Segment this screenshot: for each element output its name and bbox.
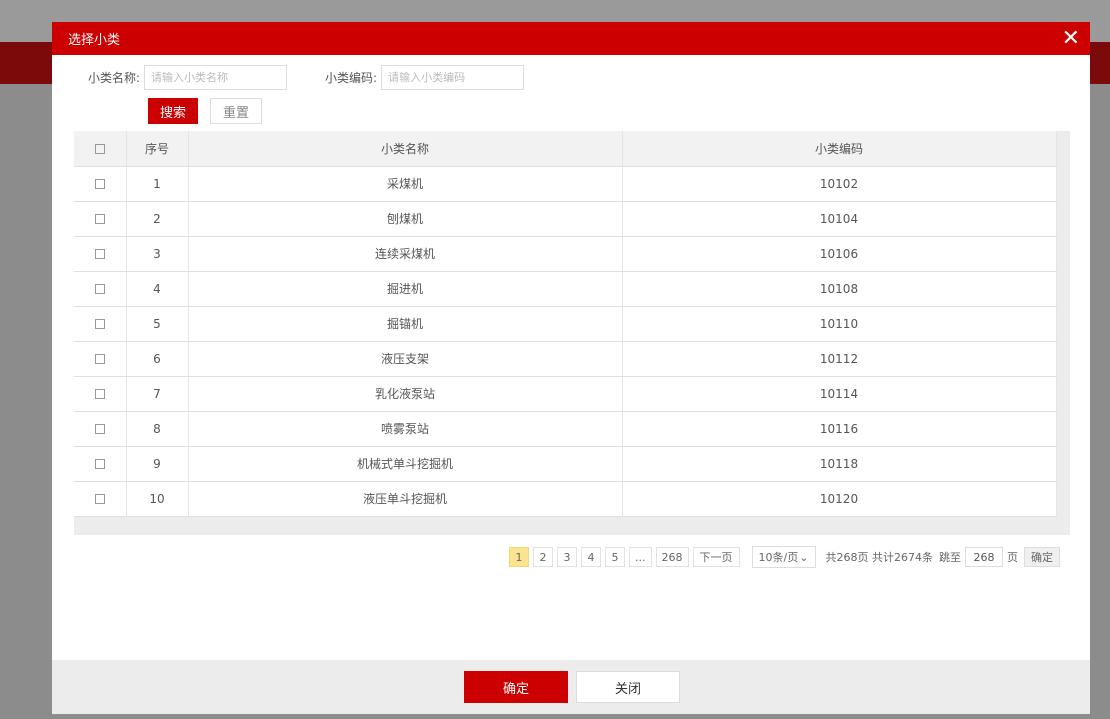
page-4-button[interactable]: 4 (581, 547, 601, 567)
search-button[interactable]: 搜索 (148, 98, 198, 124)
row-name: 掘进机 (188, 271, 623, 307)
dialog-header: 选择小类 ✕ (52, 22, 1090, 55)
row-name: 连续采煤机 (188, 236, 623, 272)
header-name: 小类名称 (188, 131, 623, 167)
reset-button[interactable]: 重置 (210, 98, 262, 124)
page-size-value: 10条/页 (758, 551, 799, 564)
row-code: 10104 (622, 201, 1057, 237)
row-checkbox[interactable] (94, 459, 105, 469)
dialog-title: 选择小类 (68, 33, 121, 48)
jump-label: 跳至 (939, 551, 961, 564)
row-checkbox[interactable] (94, 424, 105, 434)
table-header-row: 序号 小类名称 小类编码 (74, 131, 1057, 167)
table-row[interactable]: 3 连续采煤机 10106 (74, 236, 1057, 272)
table-row[interactable]: 4 掘进机 10108 (74, 271, 1057, 307)
page-unit-label: 页 (1007, 551, 1018, 564)
page-3-button[interactable]: 3 (557, 547, 577, 567)
header-code: 小类编码 (622, 131, 1057, 167)
next-page-button[interactable]: 下一页 (692, 547, 740, 567)
name-filter-label: 小类名称: (88, 71, 141, 85)
total-info: 共268页 共计2674条 (825, 551, 934, 564)
row-code: 10106 (622, 236, 1057, 272)
row-index: 2 (126, 201, 189, 237)
page-last-button[interactable]: 268 (655, 547, 689, 567)
row-name: 刨煤机 (188, 201, 623, 237)
row-checkbox[interactable] (94, 354, 105, 364)
row-code: 10118 (622, 446, 1057, 482)
table-row[interactable]: 5 掘锚机 10110 (74, 306, 1057, 342)
row-code: 10120 (622, 481, 1057, 517)
row-index: 8 (126, 411, 189, 447)
table-row[interactable]: 2 刨煤机 10104 (74, 201, 1057, 237)
row-name: 乳化液泵站 (188, 376, 623, 412)
table-row[interactable]: 1 采煤机 10102 (74, 166, 1057, 202)
page-1-button[interactable]: 1 (509, 547, 529, 567)
table-row[interactable]: 10 液压单斗挖掘机 10120 (74, 481, 1057, 517)
name-filter-input[interactable] (144, 65, 288, 90)
row-index: 7 (126, 376, 189, 412)
page-ellipsis: ... (629, 547, 652, 567)
row-name: 液压单斗挖掘机 (188, 481, 623, 517)
filter-bar: 小类名称: 小类编码: (88, 65, 525, 90)
row-checkbox[interactable] (94, 249, 105, 259)
table-row[interactable]: 7 乳化液泵站 10114 (74, 376, 1057, 412)
row-index: 1 (126, 166, 189, 202)
close-icon[interactable]: ✕ (1062, 27, 1080, 50)
select-all-cell (74, 131, 127, 167)
row-checkbox[interactable] (94, 389, 105, 399)
row-checkbox[interactable] (94, 179, 105, 189)
table-row[interactable]: 9 机械式单斗挖掘机 10118 (74, 446, 1057, 482)
row-checkbox[interactable] (94, 284, 105, 294)
row-index: 3 (126, 236, 189, 272)
row-index: 6 (126, 341, 189, 377)
table-row[interactable]: 8 喷雾泵站 10116 (74, 411, 1057, 447)
code-filter-label: 小类编码: (325, 71, 378, 85)
select-all-checkbox[interactable] (94, 143, 105, 154)
row-code: 10116 (622, 411, 1057, 447)
category-table: 序号 小类名称 小类编码 1 采煤机 10102 2 刨煤机 10104 3 连… (74, 131, 1057, 517)
select-category-dialog: 选择小类 ✕ 小类名称: 小类编码: 搜索 重置 序号 小类名称 小类编码 (52, 22, 1090, 714)
row-code: 10102 (622, 166, 1057, 202)
row-code: 10110 (622, 306, 1057, 342)
jump-page-input[interactable] (965, 547, 1003, 567)
row-name: 机械式单斗挖掘机 (188, 446, 623, 482)
row-code: 10108 (622, 271, 1057, 307)
close-button[interactable]: 关闭 (576, 671, 680, 703)
jump-confirm-button[interactable]: 确定 (1024, 547, 1060, 567)
page-size-select[interactable]: 10条/页 ⌄ (751, 546, 816, 568)
row-index: 5 (126, 306, 189, 342)
row-name: 液压支架 (188, 341, 623, 377)
row-code: 10114 (622, 376, 1057, 412)
row-checkbox[interactable] (94, 494, 105, 504)
row-index: 10 (126, 481, 189, 517)
row-index: 9 (126, 446, 189, 482)
page-5-button[interactable]: 5 (605, 547, 625, 567)
code-filter-input[interactable] (381, 65, 525, 90)
row-name: 掘锚机 (188, 306, 623, 342)
dialog-footer: 确定 关闭 (52, 660, 1090, 714)
row-checkbox[interactable] (94, 319, 105, 329)
row-name: 喷雾泵站 (188, 411, 623, 447)
chevron-down-icon: ⌄ (799, 550, 809, 564)
page-2-button[interactable]: 2 (533, 547, 553, 567)
row-name: 采煤机 (188, 166, 623, 202)
pagination: 1 2 3 4 5 ... 268 下一页 10条/页 ⌄ 共268页 共计26… (505, 546, 1060, 568)
row-checkbox[interactable] (94, 214, 105, 224)
header-index: 序号 (126, 131, 189, 167)
row-code: 10112 (622, 341, 1057, 377)
table-container: 序号 小类名称 小类编码 1 采煤机 10102 2 刨煤机 10104 3 连… (74, 131, 1070, 535)
confirm-button[interactable]: 确定 (464, 671, 568, 703)
table-row[interactable]: 6 液压支架 10112 (74, 341, 1057, 377)
row-index: 4 (126, 271, 189, 307)
